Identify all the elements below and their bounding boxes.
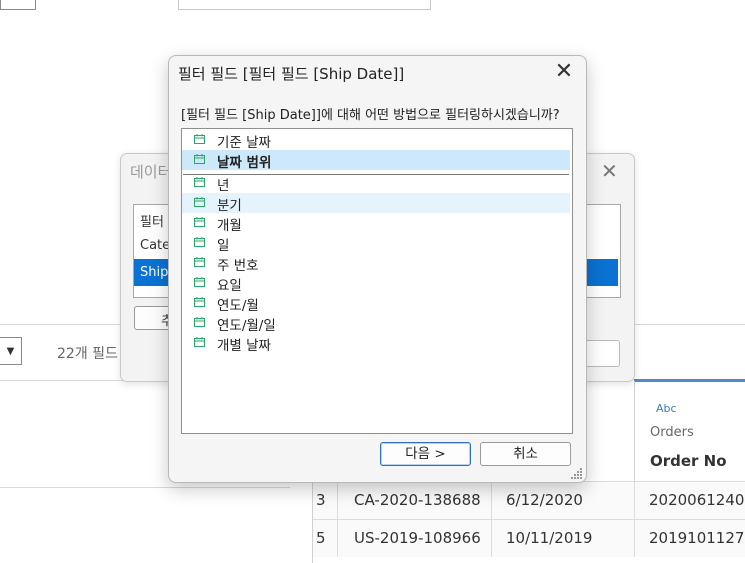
left-pane-divider <box>0 487 290 488</box>
list-item-label: 날짜 범위 <box>217 155 272 171</box>
list-item[interactable]: 년 <box>182 173 570 194</box>
resize-grip-icon[interactable] <box>571 467 583 479</box>
list-item[interactable]: 일 <box>182 233 570 254</box>
order-id-cell: CA-2020-138688 <box>354 491 481 509</box>
order-no-cell: 201910112797 <box>649 529 745 547</box>
string-type-icon: Abc <box>656 402 677 415</box>
list-item[interactable]: 연도/월/일 <box>182 313 570 334</box>
calendar-icon <box>194 177 205 187</box>
date-cell: 6/12/2020 <box>506 491 583 509</box>
list-item: Ship <box>140 265 169 280</box>
calendar-icon <box>194 217 205 227</box>
list-item-label: 연도/월 <box>217 298 259 314</box>
row-number: 5 <box>316 529 326 547</box>
list-item-label: 주 번호 <box>217 258 259 274</box>
list-item[interactable]: 분기 <box>182 193 570 214</box>
close-icon[interactable]: ✕ <box>552 61 576 85</box>
cancel-button[interactable]: 취소 <box>480 442 571 466</box>
table-row[interactable]: 3 CA-2020-138688 6/12/2020 20200612402 <box>313 481 745 519</box>
list-item[interactable]: 날짜 범위 <box>182 150 570 171</box>
calendar-icon <box>194 134 205 144</box>
dropdown-button[interactable]: ▼ <box>0 337 22 365</box>
calendar-icon <box>194 257 205 267</box>
close-icon[interactable]: ✕ <box>601 160 618 182</box>
list-item[interactable]: 개별 날짜 <box>182 333 570 354</box>
row-number: 3 <box>316 491 326 509</box>
date-cell: 10/11/2019 <box>506 529 593 547</box>
calendar-icon <box>194 297 205 307</box>
list-item[interactable]: 요일 <box>182 273 570 294</box>
table-row[interactable]: 5 US-2019-108966 10/11/2019 201910112797 <box>313 519 745 557</box>
calendar-icon <box>194 337 205 347</box>
list-item[interactable]: 연도/월 <box>182 293 570 314</box>
list-item-label: 분기 <box>217 198 242 214</box>
list-item[interactable]: 주 번호 <box>182 253 570 274</box>
calendar-icon <box>194 237 205 247</box>
chevron-down-icon: ▼ <box>6 345 15 357</box>
next-button[interactable]: 다음 > <box>380 442 471 466</box>
calendar-icon <box>194 317 205 327</box>
list-item-label: 개월 <box>217 218 242 234</box>
column-name: Order No <box>650 452 727 470</box>
calendar-icon <box>194 154 205 164</box>
top-field-box <box>178 0 431 10</box>
calendar-icon <box>194 277 205 287</box>
top-left-box <box>0 0 36 10</box>
list-item-label: 연도/월/일 <box>217 318 276 334</box>
list-item-label: 요일 <box>217 278 242 294</box>
dialog-title: 필터 필드 [필터 필드 [Ship Date]] <box>178 65 405 83</box>
data-source-dialog-title: 데이터 <box>130 163 172 181</box>
list-item[interactable]: 기준 날짜 <box>182 130 570 151</box>
list-item[interactable]: 필터 <box>140 211 164 230</box>
column-source: Orders <box>650 425 694 440</box>
order-no-cell: 20200612402 <box>649 491 745 509</box>
text-field[interactable] <box>583 340 620 367</box>
list-item-label: 일 <box>217 238 230 254</box>
calendar-icon <box>194 197 205 207</box>
list-item-label: 기준 날짜 <box>217 135 271 151</box>
order-id-cell: US-2019-108966 <box>354 529 481 547</box>
field-count: 22개 필드 <box>57 346 118 362</box>
dialog-question: [필터 필드 [Ship Date]]에 대해 어떤 방법으로 필터링하시겠습니… <box>181 108 560 123</box>
add-button[interactable]: 추 <box>134 306 172 330</box>
list-item-label: 개별 날짜 <box>217 338 271 354</box>
list-item-label: 년 <box>217 178 230 194</box>
list-item[interactable]: 개월 <box>182 213 570 234</box>
list-separator <box>183 174 569 175</box>
